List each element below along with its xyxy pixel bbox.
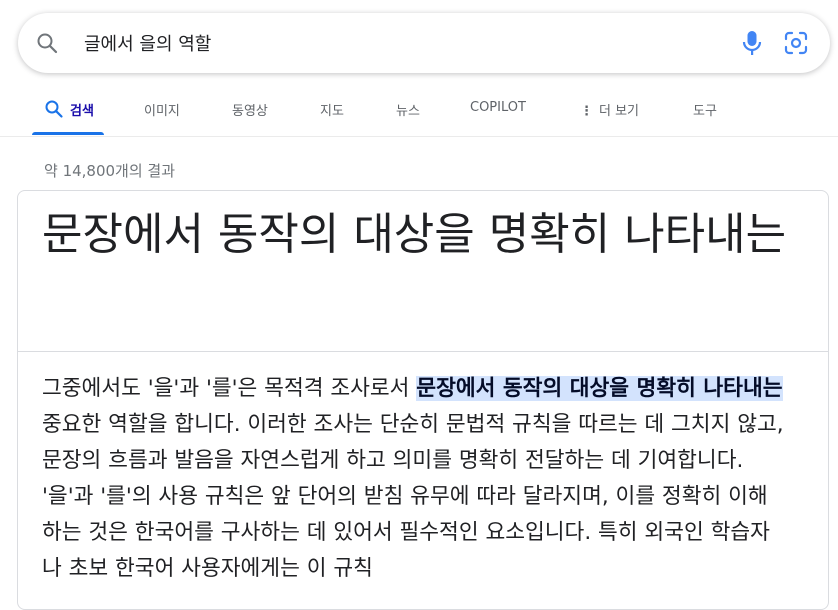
tab-news[interactable]: 뉴스	[396, 100, 420, 119]
snippet-title: 문장에서 동작의 대상을 명확히 나타내는	[42, 209, 787, 260]
snippet-text: 그중에서도 '을'과 '를'은 목적격 조사로서	[42, 376, 417, 401]
active-tab-indicator	[32, 132, 104, 135]
snippet-text: 중요한 역할을 합니다. 이러한 조사는 단순히 문법적 규칙을 따르는 데 그…	[42, 412, 784, 581]
snippet-body: 그중에서도 '을'과 '를'은 목적격 조사로서 문장에서 동작의 대상을 명확…	[42, 371, 787, 587]
tab-images[interactable]: 이미지	[144, 100, 180, 119]
result-stats: 약 14,800개의 결과	[44, 162, 176, 180]
more-vert-icon: ⋮	[580, 104, 593, 119]
tab-maps[interactable]: 지도	[320, 100, 344, 119]
search-tabs: 검색 이미지 동영상 지도 뉴스 COPILOT ⋮ 더 보기 도구	[0, 88, 838, 137]
tab-videos[interactable]: 동영상	[232, 100, 268, 119]
tab-search[interactable]: 검색	[44, 100, 94, 119]
google-lens-icon[interactable]	[783, 30, 809, 56]
tab-more[interactable]: ⋮ 더 보기	[580, 100, 639, 119]
tab-label: 더 보기	[599, 104, 640, 119]
tab-copilot[interactable]: COPILOT	[470, 100, 526, 115]
microphone-icon[interactable]	[739, 29, 765, 57]
tab-label: 검색	[70, 104, 94, 119]
divider	[18, 351, 828, 352]
search-icon[interactable]	[35, 31, 59, 55]
featured-snippet: 문장에서 동작의 대상을 명확히 나타내는 그중에서도 '을'과 '를'은 목적…	[17, 190, 829, 610]
search-icon	[45, 100, 63, 118]
snippet-highlight: 문장에서 동작의 대상을 명확히 나타내는	[416, 376, 783, 401]
search-box[interactable]: 글에서 을의 역할	[18, 13, 830, 73]
tab-tools[interactable]: 도구	[693, 100, 717, 119]
search-input[interactable]: 글에서 을의 역할	[84, 30, 211, 56]
